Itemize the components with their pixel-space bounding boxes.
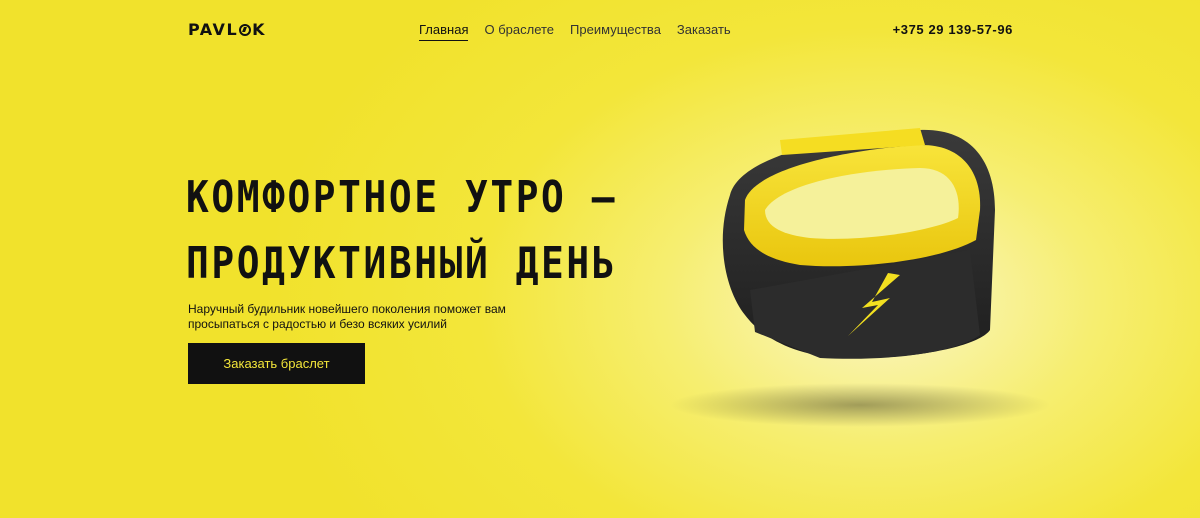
logo-bolt-o-icon bbox=[239, 24, 252, 36]
hero-title-line-1: КОМФОРТНОЕ УТРО — bbox=[186, 172, 618, 223]
header: PAVL K Главная О браслете Преимущества За… bbox=[0, 0, 1200, 60]
product-shadow bbox=[670, 383, 1050, 427]
main-nav: Главная О браслете Преимущества Заказать bbox=[419, 22, 731, 41]
order-bracelet-button[interactable]: Заказать браслет bbox=[188, 343, 365, 384]
nav-link-home[interactable]: Главная bbox=[419, 22, 469, 41]
nav-link-advantages[interactable]: Преимущества bbox=[570, 22, 661, 41]
hero-subtitle: Наручный будильник новейшего поколения п… bbox=[188, 302, 506, 331]
logo[interactable]: PAVL K bbox=[188, 20, 266, 39]
hero-title-line-2: ПРОДУКТИВНЫЙ ДЕНЬ bbox=[186, 238, 618, 289]
nav-link-order[interactable]: Заказать bbox=[677, 22, 731, 41]
phone-number[interactable]: +375 29 139-57-96 bbox=[893, 22, 1013, 37]
nav-link-about[interactable]: О браслете bbox=[484, 22, 554, 41]
hero-title: КОМФОРТНОЕ УТРО — ПРОДУКТИВНЫЙ ДЕНЬ bbox=[186, 165, 616, 297]
bracelet-image bbox=[670, 128, 1050, 427]
